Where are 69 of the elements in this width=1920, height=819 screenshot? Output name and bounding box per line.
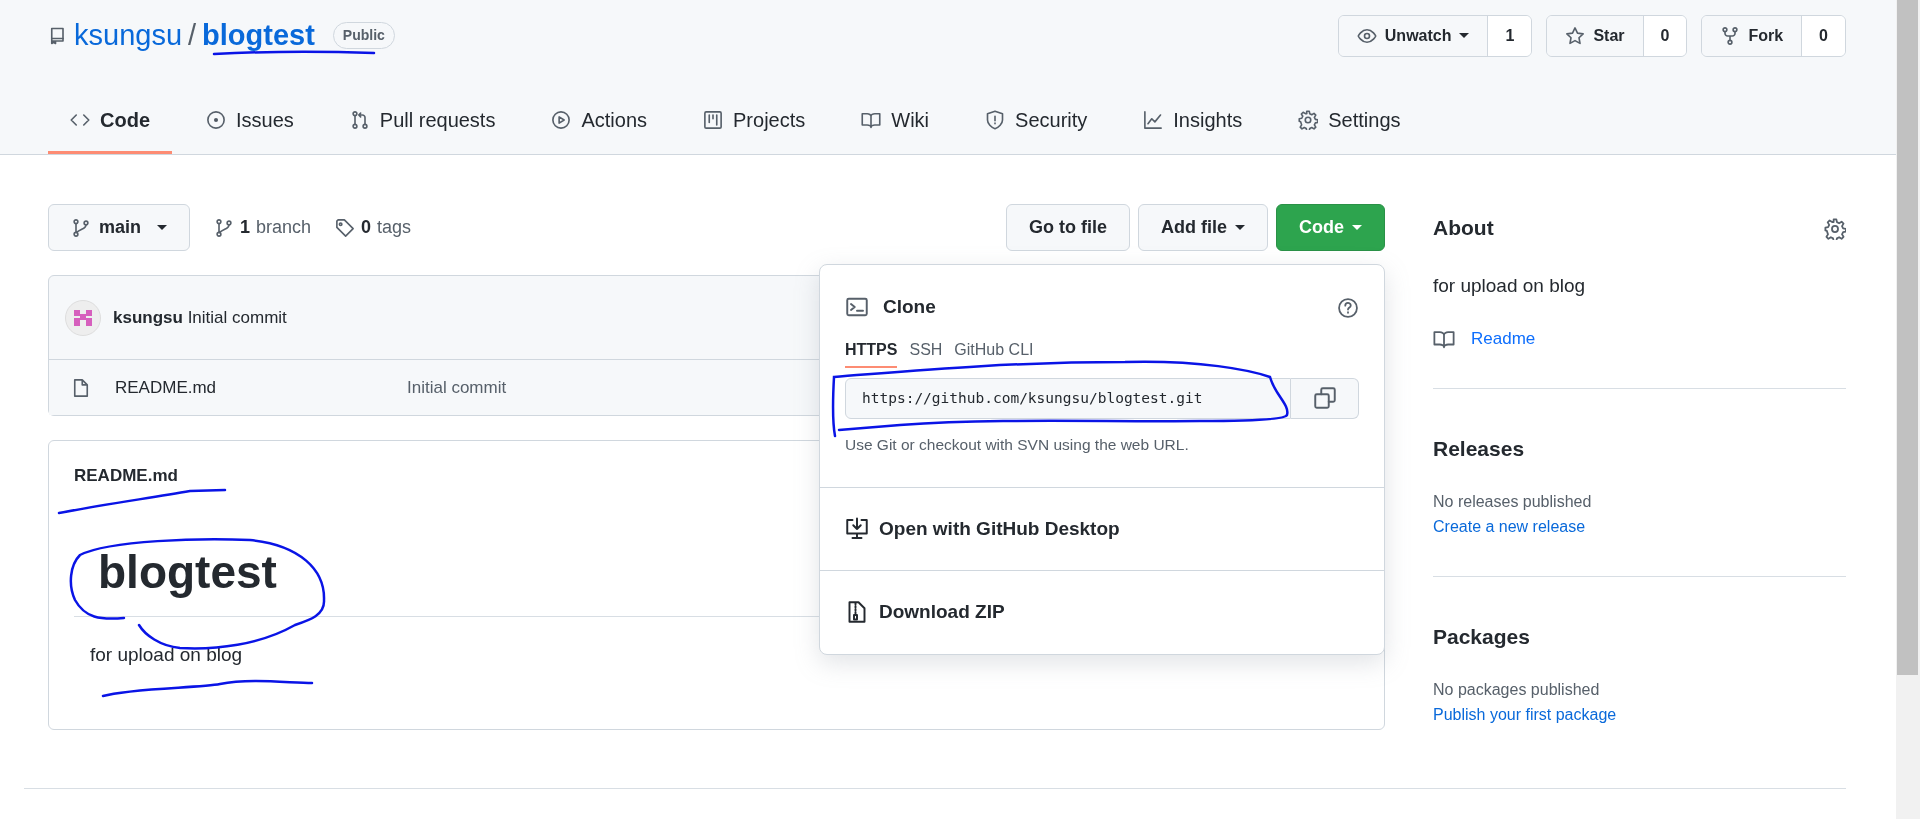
repo-tab[interactable]: Wiki: [839, 93, 952, 154]
copy-icon: [1312, 386, 1337, 411]
help-icon: [1337, 297, 1359, 319]
settings-icon: [1298, 110, 1319, 130]
latest-commit-text: ksungsu Initial commit: [113, 306, 287, 329]
ref-count-link[interactable]: 0 tags: [335, 214, 412, 241]
branch-icon: [214, 217, 234, 238]
identicon-avatar: [65, 299, 101, 336]
section-link[interactable]: Publish your first package: [1433, 706, 1617, 723]
repo-tab[interactable]: Pull requests: [327, 93, 518, 154]
circle-dot-icon: [206, 110, 226, 130]
settings-button[interactable]: [1824, 215, 1846, 241]
line-graph-icon: [1143, 110, 1164, 130]
clone-menu-item[interactable]: Download ZIP: [820, 571, 1384, 654]
repo-tab[interactable]: Security: [963, 93, 1110, 154]
empty-state-text: No packages published: [1433, 680, 1601, 700]
desktop-download-icon: [845, 516, 869, 541]
readme-filename: README.md: [74, 465, 178, 487]
about-heading: About: [1433, 215, 1494, 241]
path-separator: /: [188, 18, 197, 53]
author-link[interactable]: ksungsu: [113, 307, 183, 327]
project-board-icon: [703, 110, 724, 130]
repo-tab[interactable]: Insights: [1121, 93, 1265, 154]
clone-menu-item[interactable]: Open with GitHub Desktop: [820, 487, 1384, 571]
file-action-button[interactable]: Add file: [1138, 204, 1268, 251]
repo-tab[interactable]: Code: [48, 93, 172, 154]
repo-action-count: 1: [1487, 15, 1532, 56]
repo-name-link[interactable]: blogtest: [202, 14, 315, 58]
star-icon: [1565, 25, 1586, 46]
book-icon: [861, 110, 882, 130]
readme-link[interactable]: Readme: [1433, 326, 1846, 352]
section-heading: Packages: [1433, 623, 1531, 650]
section-heading: Releases: [1433, 435, 1526, 462]
shield-icon: [985, 110, 1006, 130]
caret-icon: [1235, 225, 1245, 230]
caret-icon: [157, 225, 167, 230]
clone-protocol-tab[interactable]: GitHub CLI: [954, 337, 1034, 368]
section-link[interactable]: Create a new release: [1433, 518, 1586, 535]
pull-request-icon: [349, 110, 370, 130]
play-icon: [551, 110, 572, 130]
branch-select-button[interactable]: main: [48, 204, 190, 251]
file-name-link[interactable]: README.md: [115, 374, 407, 401]
repo-tab[interactable]: Actions: [529, 93, 670, 154]
caret-icon: [1352, 225, 1362, 230]
copy-button[interactable]: [1291, 377, 1359, 420]
tag-icon: [335, 217, 356, 238]
settings-icon: [1824, 217, 1846, 240]
clone-protocol-tab[interactable]: HTTPS: [845, 337, 898, 368]
file-action-button[interactable]: Go to file: [1006, 204, 1130, 251]
readme-heading: blogtest: [98, 545, 277, 598]
ref-count-link[interactable]: 1 branch: [214, 214, 312, 241]
repo-action-count: 0: [1642, 15, 1687, 56]
fork-icon: [1720, 25, 1741, 46]
owner-link[interactable]: ksungsu: [74, 14, 182, 58]
branch-icon: [71, 217, 91, 238]
about-description: for upload on blog: [1433, 273, 1587, 298]
repo-tab[interactable]: Projects: [681, 93, 828, 154]
readme-text: for upload on blog: [90, 643, 243, 665]
repo-tab[interactable]: Settings: [1276, 93, 1423, 154]
empty-state-text: No releases published: [1433, 492, 1593, 512]
repo-tab[interactable]: Issues: [184, 93, 316, 154]
commit-message-link[interactable]: Initial commit: [407, 374, 507, 401]
clone-title: Clone: [883, 295, 936, 319]
file-icon: [71, 377, 91, 398]
clone-hint: Use Git or checkout with SVN using the web URL.: [845, 435, 1190, 456]
clone-url-field[interactable]: https://github.com/ksungsu/blogtest.git: [845, 377, 1291, 420]
repo-action-count: 0: [1801, 15, 1845, 56]
clone-protocol-tab[interactable]: SSH: [909, 337, 943, 368]
scrollbar[interactable]: [1896, 0, 1920, 819]
